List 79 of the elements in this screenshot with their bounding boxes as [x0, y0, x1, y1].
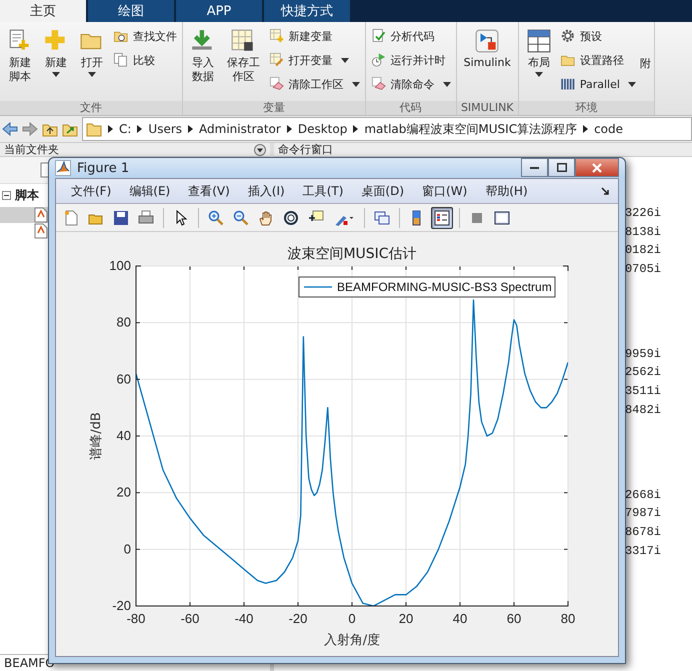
- path-segment[interactable]: Administrator: [199, 122, 281, 136]
- toolstrip-button[interactable]: 分析代码: [368, 26, 453, 47]
- toolstrip-button[interactable]: 打开变量: [266, 50, 362, 71]
- path-segment[interactable]: Desktop: [298, 122, 348, 136]
- group-label: 变量: [183, 101, 365, 115]
- address-field[interactable]: C: Users Administrator Desktop matlab编程波束空间MUSIC算法源程序 code: [82, 117, 692, 141]
- ribbon-tab[interactable]: 主页: [0, 0, 86, 22]
- panel-title: 当前文件夹: [4, 142, 59, 157]
- output-line: 2562i: [624, 364, 662, 382]
- output-line: 8138i: [624, 224, 662, 241]
- output-line: 0705i: [624, 261, 662, 278]
- menu-item[interactable]: 查看(V): [179, 182, 239, 200]
- tree-label: 脚本: [15, 187, 39, 204]
- tick-label: 80: [560, 611, 576, 626]
- menu-item[interactable]: 窗口(W): [413, 182, 476, 200]
- tick-label: 0: [348, 611, 356, 626]
- toolstrip-button[interactable]: 新建变量: [266, 26, 362, 47]
- tick-label: -40: [234, 611, 254, 626]
- tick-label: 80: [116, 314, 131, 330]
- toolstrip-button[interactable]: 查找文件: [111, 26, 179, 47]
- toolstrip-button[interactable]: 新建脚本: [3, 26, 37, 86]
- toolstrip-label: 附: [640, 56, 651, 71]
- toolstrip-button[interactable]: 清除命令: [368, 74, 453, 95]
- toolstrip-button[interactable]: 比较: [111, 50, 179, 71]
- output-line: 8678i: [624, 524, 662, 541]
- toolstrip-button[interactable]: 新建: [39, 26, 73, 79]
- tick-label: -20: [288, 611, 308, 626]
- toolstrip-button[interactable]: 保存工作区: [222, 26, 265, 86]
- ribbon-tab[interactable]: 快捷方式: [264, 0, 350, 22]
- toolstrip-button[interactable]: 清除工作区: [266, 74, 362, 95]
- y-axis-label: 谱峰/dB: [89, 412, 104, 460]
- toolstrip-button[interactable]: Simulink: [460, 26, 515, 72]
- toolstrip-button[interactable]: 运行并计时: [368, 50, 453, 71]
- path-segment[interactable]: Users: [148, 122, 182, 136]
- output-line: 3511i: [624, 383, 662, 400]
- output-line: 3317i: [624, 542, 662, 560]
- toolstrip-button[interactable]: 预设: [558, 26, 638, 47]
- menu-item[interactable]: 工具(T): [294, 182, 352, 200]
- tick-label: -80: [126, 611, 146, 626]
- tick-label: 20: [398, 611, 414, 626]
- tick-label: -60: [180, 611, 200, 626]
- menu-item[interactable]: 插入(I): [238, 182, 294, 200]
- tick-label: 20: [116, 484, 131, 500]
- tick-label: 40: [116, 428, 131, 443]
- x-axis-label: 入射角/度: [324, 633, 380, 648]
- toolstrip-button[interactable]: 打开: [75, 26, 109, 79]
- output-line: 8482i: [624, 402, 662, 419]
- chart-title: 波束空间MUSIC估计: [287, 246, 417, 262]
- output-line: 3226i: [624, 205, 662, 222]
- toolstrip-button[interactable]: 布局: [522, 26, 556, 79]
- group-label: 环境: [518, 101, 654, 115]
- ribbon-tab[interactable]: 绘图: [88, 0, 174, 22]
- path-segment[interactable]: matlab编程波束空间MUSIC算法源程序: [364, 120, 578, 138]
- path-segment[interactable]: code: [594, 122, 624, 136]
- group-label: SIMULINK: [456, 101, 518, 115]
- toolstrip-button[interactable]: 设置路径: [558, 50, 638, 71]
- menu-item[interactable]: 文件(F): [62, 182, 120, 200]
- toolstrip-button[interactable]: Parallel: [558, 74, 638, 95]
- menu-item[interactable]: 编辑(E): [120, 182, 180, 200]
- tick-label: -20: [112, 598, 131, 613]
- menu-item[interactable]: 帮助(H): [476, 182, 537, 200]
- output-line: 9959i: [624, 346, 662, 363]
- tick-label: 0: [124, 541, 131, 556]
- tick-label: 60: [116, 371, 131, 386]
- group-label: 代码: [366, 101, 456, 115]
- window-title: Figure 1: [77, 160, 130, 176]
- ribbon-tab[interactable]: APP: [176, 0, 262, 22]
- tick-label: 100: [109, 258, 131, 273]
- group-label: 文件: [0, 101, 182, 115]
- output-line: 7987i: [624, 505, 662, 522]
- toolstrip-button[interactable]: 导入数据: [186, 26, 220, 86]
- output-line: 0182i: [624, 242, 662, 260]
- tick-label: 40: [452, 611, 468, 626]
- panel-title: 命令行窗口: [278, 142, 333, 157]
- path-segment[interactable]: C:: [119, 122, 132, 136]
- menu-item[interactable]: 桌面(D): [352, 182, 414, 200]
- legend-label: BEAMFORMING-MUSIC-BS3 Spectrum: [337, 280, 552, 294]
- output-line: 2668i: [624, 486, 662, 504]
- tick-label: 60: [506, 611, 522, 626]
